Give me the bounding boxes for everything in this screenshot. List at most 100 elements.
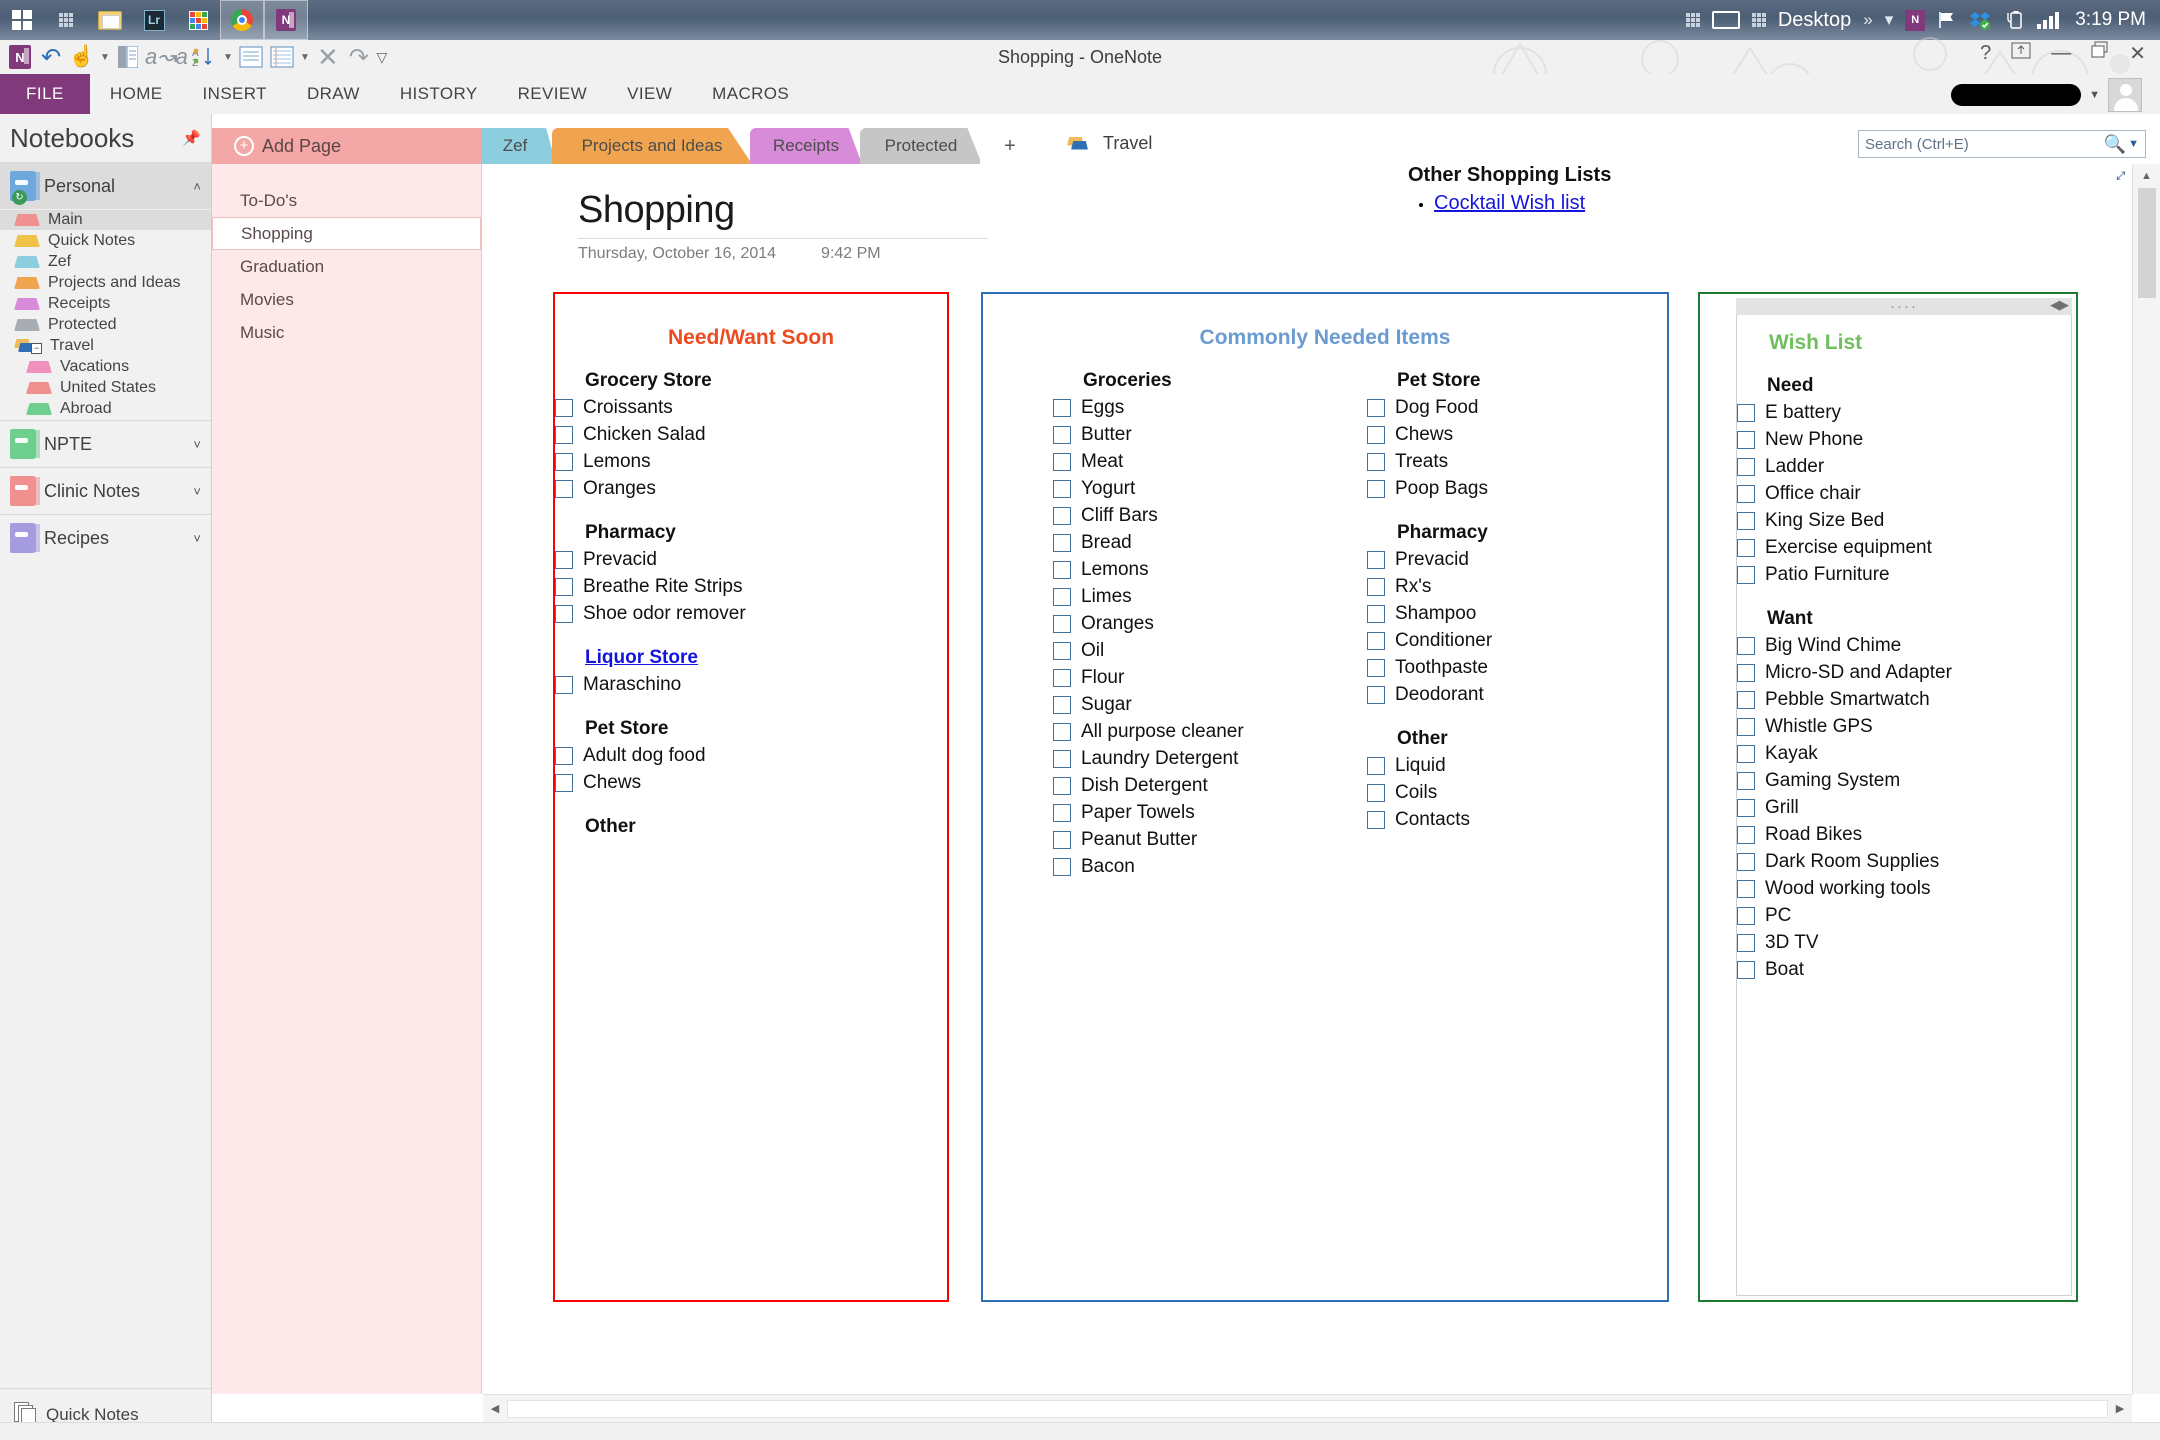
account-chevron-down-icon[interactable]: ▼ xyxy=(2089,89,2100,101)
tab-insert[interactable]: INSERT xyxy=(183,74,287,114)
chevron-down-icon[interactable]: ˅ xyxy=(193,484,201,499)
tab-history[interactable]: HISTORY xyxy=(380,74,498,114)
checklist-row[interactable]: Chews xyxy=(555,769,947,796)
checklist-row[interactable]: Laundry Detergent xyxy=(1053,745,1313,772)
checklist-row[interactable]: Boat xyxy=(1737,956,2071,983)
notebook-personal[interactable]: ↻ Personal ˄ xyxy=(0,163,211,209)
sort-dropdown-icon[interactable]: ▼ xyxy=(222,43,234,71)
checklist-row[interactable]: Rx's xyxy=(1367,573,1613,600)
tab-draw[interactable]: DRAW xyxy=(287,74,380,114)
notebook-recipes[interactable]: Recipes ˅ xyxy=(0,515,211,561)
checklist-row[interactable]: Deodorant xyxy=(1367,681,1613,708)
checkbox[interactable] xyxy=(1053,479,1071,498)
note-container-commonly-needed-items[interactable]: Commonly Needed Items Groceries Eggs But… xyxy=(981,292,1669,1302)
checklist-row[interactable]: Kayak xyxy=(1737,740,2071,767)
checkbox[interactable] xyxy=(1737,717,1755,736)
checkbox[interactable] xyxy=(555,550,573,569)
redo-icon[interactable]: ↷ xyxy=(345,43,373,71)
tab-view[interactable]: VIEW xyxy=(607,74,692,114)
page-item-movies[interactable]: Movies xyxy=(212,283,481,316)
tray-expand-icon[interactable]: ▾ xyxy=(1885,10,1894,30)
checklist-row[interactable]: Big Wind Chime xyxy=(1737,632,2071,659)
checklist-row[interactable]: PC xyxy=(1737,902,2071,929)
checklist-row[interactable]: Dish Detergent xyxy=(1053,772,1313,799)
checklist-row[interactable]: Adult dog food xyxy=(555,742,947,769)
full-page-view-icon[interactable] xyxy=(237,43,265,71)
restore-button[interactable] xyxy=(2091,41,2109,65)
checkbox[interactable] xyxy=(1367,577,1385,596)
vertical-scrollbar[interactable]: ▲ xyxy=(2132,164,2160,1394)
checkbox[interactable] xyxy=(1737,430,1755,449)
checklist-row[interactable]: Eggs xyxy=(1053,394,1313,421)
note-container-wish-list[interactable]: ···· ◀▶ Wish List Need E battery New Pho… xyxy=(1698,292,2078,1302)
checklist-row[interactable]: Gaming System xyxy=(1737,767,2071,794)
section-tab-zef[interactable]: Zef xyxy=(474,128,556,164)
checkbox[interactable] xyxy=(1737,933,1755,952)
system-clock[interactable]: 3:19 PM xyxy=(2075,9,2146,31)
sidebar-section-united-states[interactable]: United States xyxy=(0,378,211,398)
expand-page-icon[interactable]: ↕ xyxy=(2109,164,2132,187)
checkbox[interactable] xyxy=(1367,783,1385,802)
link-cocktail-wish-list[interactable]: Cocktail Wish list xyxy=(1434,192,1585,214)
rule-lines-dropdown-icon[interactable]: ▼ xyxy=(299,43,311,71)
checkbox[interactable] xyxy=(1367,550,1385,569)
horizontal-scroll-track[interactable] xyxy=(507,1399,2108,1418)
checkbox[interactable] xyxy=(1053,695,1071,714)
app-launcher-button[interactable] xyxy=(176,0,220,40)
avatar[interactable] xyxy=(2108,78,2142,112)
checklist-row[interactable]: New Phone xyxy=(1737,426,2071,453)
checkbox[interactable] xyxy=(1737,852,1755,871)
checkbox[interactable] xyxy=(1367,685,1385,704)
checkbox[interactable] xyxy=(1053,506,1071,525)
sidebar-section-projects-and-ideas[interactable]: Projects and Ideas xyxy=(0,273,211,293)
checkbox[interactable] xyxy=(1053,776,1071,795)
checklist-row[interactable]: Road Bikes xyxy=(1737,821,2071,848)
checkbox[interactable] xyxy=(1737,906,1755,925)
checklist-row[interactable]: Prevacid xyxy=(1367,546,1613,573)
close-x-icon[interactable]: ✕ xyxy=(314,42,342,72)
file-explorer-button[interactable] xyxy=(88,0,132,40)
pin-icon[interactable]: 📌 xyxy=(182,129,201,147)
checkbox[interactable] xyxy=(555,773,573,792)
checklist-row[interactable]: King Size Bed xyxy=(1737,507,2071,534)
checkbox[interactable] xyxy=(1053,560,1071,579)
overflow-chevron-icon[interactable]: » xyxy=(1863,10,1872,30)
minimize-button[interactable]: — xyxy=(2051,42,2071,65)
checklist-row[interactable]: Contacts xyxy=(1367,806,1613,833)
checkbox[interactable] xyxy=(1053,830,1071,849)
notebook-npte[interactable]: NPTE ˅ xyxy=(0,421,211,467)
chevron-down-icon[interactable]: ˅ xyxy=(193,531,201,546)
checkbox[interactable] xyxy=(1367,479,1385,498)
sidebar-section-receipts[interactable]: Receipts xyxy=(0,294,211,314)
taskbar-dot-grid-1[interactable] xyxy=(44,0,88,40)
scroll-up-arrow-icon[interactable]: ▲ xyxy=(2133,164,2160,188)
onenote-clipper-icon[interactable]: N xyxy=(1905,9,1926,31)
checklist-row[interactable]: Shampoo xyxy=(1367,600,1613,627)
checkbox[interactable] xyxy=(1053,398,1071,417)
chevron-up-icon[interactable]: ˄ xyxy=(193,179,201,194)
checklist-row[interactable]: Oranges xyxy=(1053,610,1313,637)
checkbox[interactable] xyxy=(1367,604,1385,623)
add-page-button[interactable]: + Add Page xyxy=(212,128,482,164)
checklist-row[interactable]: Poop Bags xyxy=(1367,475,1613,502)
checkbox[interactable] xyxy=(1737,538,1755,557)
signal-strength-icon[interactable] xyxy=(2037,11,2060,29)
checkbox[interactable] xyxy=(1367,452,1385,471)
checkbox[interactable] xyxy=(1737,744,1755,763)
checkbox[interactable] xyxy=(555,425,573,444)
checkbox[interactable] xyxy=(1053,533,1071,552)
checkbox[interactable] xyxy=(1053,587,1071,606)
rule-lines-icon[interactable] xyxy=(268,43,296,71)
scroll-left-arrow-icon[interactable]: ◀ xyxy=(483,1402,507,1415)
touch-mode-dropdown-icon[interactable]: ▼ xyxy=(99,43,111,71)
checkbox[interactable] xyxy=(1053,722,1071,741)
checklist-row[interactable]: Office chair xyxy=(1737,480,2071,507)
page-item-music[interactable]: Music xyxy=(212,316,481,349)
battery-icon[interactable] xyxy=(2003,10,2025,30)
checklist-row[interactable]: Treats xyxy=(1367,448,1613,475)
checkbox[interactable] xyxy=(1737,511,1755,530)
checkbox[interactable] xyxy=(1367,425,1385,444)
checkbox[interactable] xyxy=(1367,810,1385,829)
checkbox[interactable] xyxy=(1367,756,1385,775)
checklist-row[interactable]: Cliff Bars xyxy=(1053,502,1313,529)
